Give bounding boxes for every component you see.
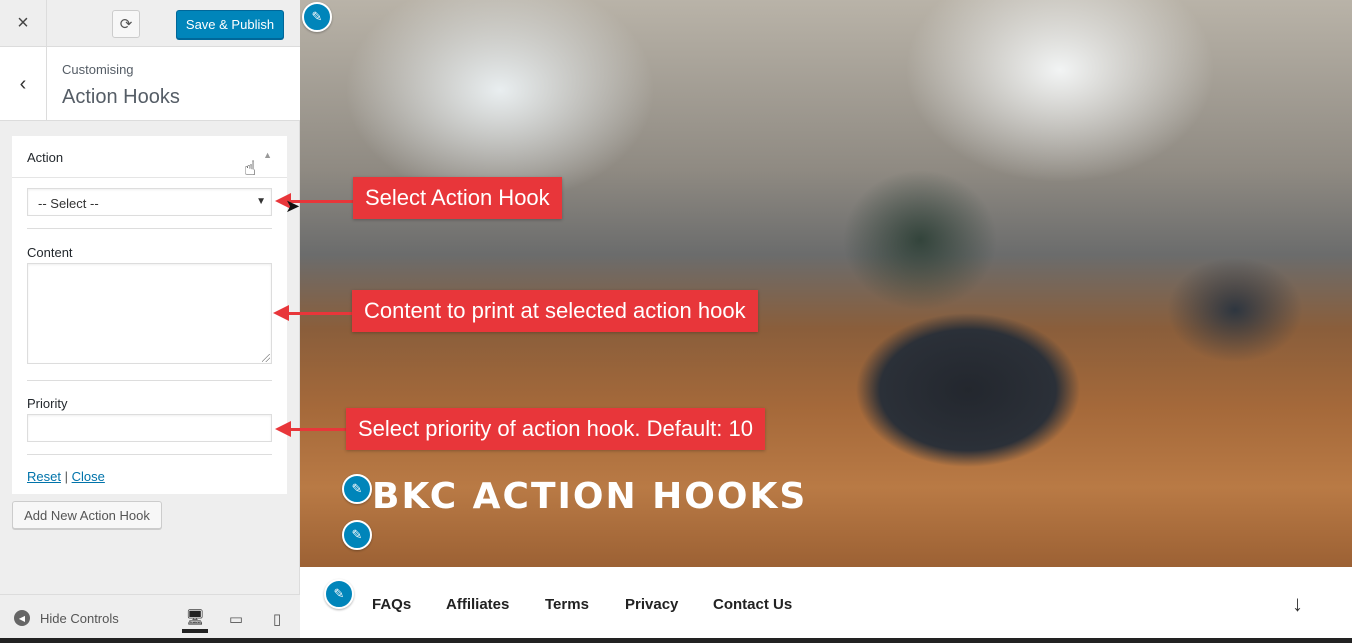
customizer-header: × ⟳ Save & Publish [0, 0, 300, 47]
panel-links: Reset | Close [27, 469, 105, 484]
callout-action: Select Action Hook [353, 177, 562, 219]
arrow-down-icon[interactable]: ↓ [1292, 591, 1303, 617]
callout-arrow-head [273, 305, 289, 321]
edit-pencil-icon[interactable]: ✎ [302, 2, 332, 32]
dropdown-arrow-icon: ▼ [256, 196, 266, 207]
undo-changes-button[interactable]: ⟳ [112, 10, 140, 38]
action-hook-panel: Action ▲ ☝ -- Select -- ▼ Content Priori… [12, 136, 287, 494]
collapse-arrow-icon[interactable]: ▲ [263, 150, 272, 160]
customizer-sidebar: × ⟳ Save & Publish ‹ Customising Action … [0, 0, 300, 643]
bottom-bar [0, 638, 1352, 643]
refresh-icon: ⟳ [119, 16, 133, 33]
content-label: Content [27, 245, 73, 260]
close-link[interactable]: Close [72, 469, 105, 484]
hide-controls-label: Hide Controls [40, 610, 119, 626]
section-header: ‹ Customising Action Hooks [0, 47, 300, 121]
nav-item-affiliates[interactable]: Affiliates [446, 596, 509, 613]
action-select-value: -- Select -- [38, 196, 99, 211]
back-button[interactable]: ‹ [0, 47, 47, 121]
reset-link[interactable]: Reset [27, 469, 61, 484]
callout-arrow-line [290, 428, 347, 431]
chevron-left-icon: ‹ [19, 72, 27, 95]
mobile-preview-icon[interactable]: ▯ [264, 605, 290, 633]
panel-title: Action [27, 150, 64, 165]
site-title[interactable]: BKC ACTION HOOKS [372, 476, 807, 517]
callout-arrow-line [288, 312, 353, 315]
callout-priority: Select priority of action hook. Default:… [346, 408, 765, 450]
nav-item-privacy[interactable]: Privacy [625, 596, 678, 613]
tablet-preview-icon[interactable]: ▭ [223, 605, 249, 633]
edit-pencil-icon[interactable]: ✎ [342, 474, 372, 504]
section-title: Action Hooks [62, 86, 180, 108]
hand-cursor-icon: ☝ [244, 158, 257, 180]
edit-pencil-icon[interactable]: ✎ [342, 520, 372, 550]
divider [27, 228, 272, 229]
hero-image: ✎ ✎ ✎ BKC ACTION HOOKS [300, 0, 1352, 567]
priority-input[interactable] [27, 414, 272, 442]
callout-content: Content to print at selected action hook [352, 290, 758, 332]
plant-decoration [810, 110, 1030, 310]
nav-item-contact-us[interactable]: Contact Us [713, 596, 792, 613]
link-separator: | [64, 469, 68, 484]
action-select[interactable]: -- Select -- ▼ [27, 188, 272, 216]
add-new-action-hook-button[interactable]: Add New Action Hook [12, 501, 162, 529]
nav-item-terms[interactable]: Terms [545, 596, 589, 613]
hide-controls-button[interactable]: ◀ Hide Controls [14, 610, 119, 626]
customizer-footer: ◀ Hide Controls 🖥 ▭ ▯ [0, 594, 300, 643]
divider [27, 380, 272, 381]
section-subtitle: Customising [62, 62, 134, 77]
close-customizer-button[interactable]: × [0, 0, 47, 47]
priority-label: Priority [27, 396, 68, 411]
callout-arrow-head [275, 421, 291, 437]
nav-item-faqs[interactable]: FAQs [372, 596, 411, 613]
save-publish-button[interactable]: Save & Publish [176, 10, 284, 39]
collapse-sidebar-icon: ◀ [14, 610, 30, 626]
footer-menu: ✎ FAQs Affiliates Terms Privacy Contact … [300, 567, 1352, 643]
pointer-cursor-icon: ➤ [285, 196, 301, 216]
desktop-preview-icon[interactable]: 🖥 [182, 605, 208, 633]
edit-pencil-icon[interactable]: ✎ [324, 579, 354, 609]
panel-header[interactable]: Action ▲ ☝ [12, 136, 287, 180]
content-textarea[interactable] [27, 263, 272, 364]
resize-handle[interactable] [262, 354, 270, 362]
close-icon: × [17, 12, 29, 34]
divider [27, 454, 272, 455]
